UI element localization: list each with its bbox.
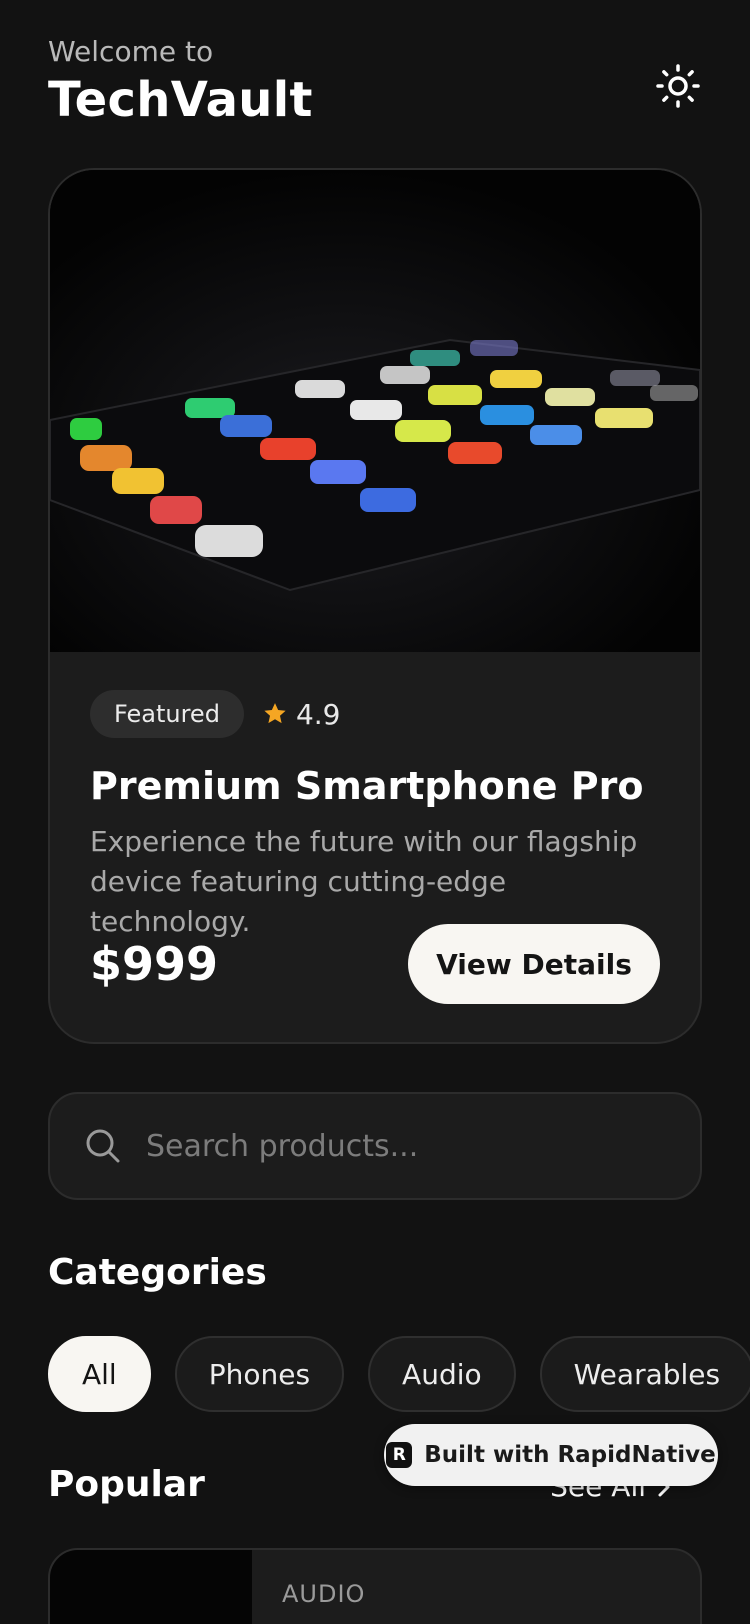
brand-title: TechVault	[48, 72, 313, 128]
built-with-label: Built with RapidNative	[424, 1442, 716, 1468]
star-icon	[264, 703, 286, 724]
featured-meta-row: Featured 4.9	[90, 690, 660, 738]
featured-product-image	[50, 170, 700, 652]
price-row: $999 View Details	[90, 924, 660, 1004]
rapidnative-logo-icon: R	[386, 1442, 413, 1468]
welcome-text: Welcome to	[48, 35, 214, 68]
category-chip-phones[interactable]: Phones	[174, 1336, 345, 1412]
category-chip-audio[interactable]: Audio	[368, 1336, 516, 1412]
view-details-button[interactable]: View Details	[408, 924, 660, 1004]
popular-product-image	[50, 1550, 252, 1624]
popular-product-card[interactable]: AUDIO	[48, 1548, 702, 1624]
theme-toggle-button[interactable]	[654, 62, 702, 110]
category-chip-wearables[interactable]: Wearables	[539, 1336, 750, 1412]
featured-price: $999	[90, 937, 219, 991]
rating-value: 4.9	[295, 697, 341, 731]
category-chip-all[interactable]: All	[48, 1336, 151, 1412]
sun-icon	[656, 64, 700, 108]
featured-badge: Featured	[90, 690, 244, 738]
category-chips: All Phones Audio Wearables	[48, 1336, 750, 1412]
search-input[interactable]	[146, 1128, 666, 1164]
search-icon	[86, 1129, 120, 1163]
header: Welcome to TechVault	[48, 34, 702, 134]
product-rating: 4.9	[262, 697, 341, 731]
built-with-badge[interactable]: R Built with RapidNative	[384, 1424, 718, 1486]
featured-product-card[interactable]: Featured 4.9 Premium Smartphone Pro Expe…	[48, 168, 702, 1044]
featured-product-details: Featured 4.9 Premium Smartphone Pro Expe…	[90, 690, 660, 942]
smartphone-photo-icon	[50, 170, 700, 652]
popular-product-category: AUDIO	[282, 1580, 366, 1608]
search-bar[interactable]	[48, 1092, 702, 1200]
popular-title: Popular	[48, 1464, 205, 1505]
home-screen: Welcome to TechVault Featured 4.9 Premiu…	[0, 0, 750, 1624]
featured-product-title: Premium Smartphone Pro	[90, 764, 644, 808]
categories-title: Categories	[48, 1252, 267, 1293]
